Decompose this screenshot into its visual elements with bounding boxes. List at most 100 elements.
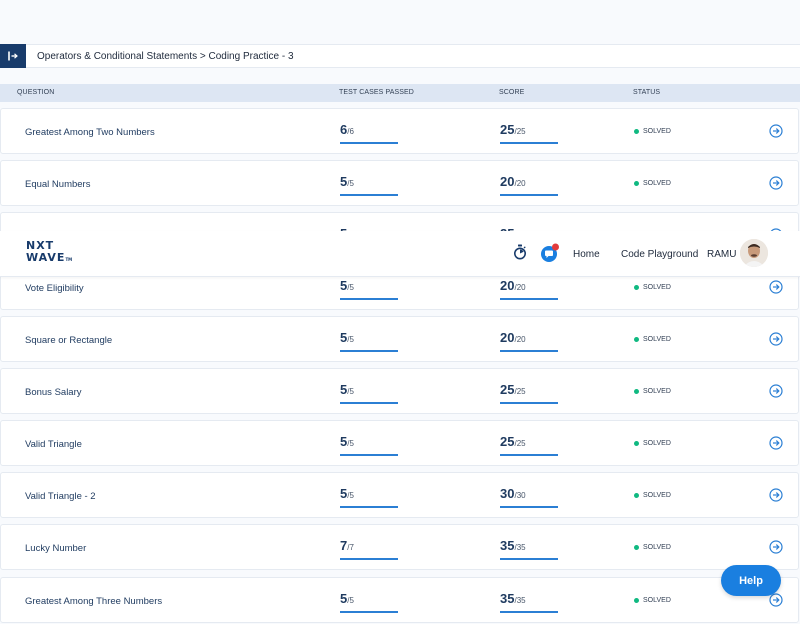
test-cases-passed: 5/5 (340, 433, 398, 456)
question-name[interactable]: Valid Triangle - 2 (25, 491, 96, 502)
test-cases-passed: 5/5 (340, 590, 398, 613)
test-cases-progress-bar (340, 611, 398, 613)
table-row[interactable]: Greatest Among Three Numbers 5/5 35/35 SOLV… (0, 577, 799, 623)
arrow-right-circle-icon[interactable] (769, 124, 783, 138)
score: 35/35 (500, 590, 558, 613)
score-progress-bar (500, 506, 558, 508)
question-name[interactable]: Greatest Among Three Numbers (25, 596, 162, 607)
test-cases-progress-bar (340, 350, 398, 352)
score: 25/25 (500, 381, 558, 404)
arrow-right-circle-icon[interactable] (769, 593, 783, 607)
score: 20/20 (500, 173, 558, 196)
test-cases-passed: 5/5 (340, 277, 398, 300)
test-cases-progress-bar (340, 194, 398, 196)
header-status: STATUS (633, 89, 661, 96)
score: 25/25 (500, 433, 558, 456)
table-row[interactable]: Lucky Number 7/7 35/35 SOLVED (0, 524, 799, 570)
arrow-right-circle-icon[interactable] (769, 488, 783, 502)
navbar: NXT WAVETM Home Code Playground RAMU (0, 231, 800, 277)
test-cases-passed: 5/5 (340, 485, 398, 508)
question-name[interactable]: Lucky Number (25, 543, 86, 554)
solved-dot-icon (634, 181, 639, 186)
arrow-right-circle-icon[interactable] (769, 176, 783, 190)
header-question: QUESTION (17, 89, 55, 96)
question-name[interactable]: Greatest Among Two Numbers (25, 127, 155, 138)
status-badge: SOLVED (634, 284, 671, 291)
solved-dot-icon (634, 441, 639, 446)
solved-dot-icon (634, 129, 639, 134)
solved-dot-icon (634, 285, 639, 290)
arrow-right-circle-icon[interactable] (769, 384, 783, 398)
nav-home-link[interactable]: Home (573, 249, 600, 260)
score-progress-bar (500, 611, 558, 613)
table-row[interactable]: Valid Triangle - 2 5/5 30/30 SOLVED (0, 472, 799, 518)
status-badge: SOLVED (634, 597, 671, 604)
solved-dot-icon (634, 389, 639, 394)
score-progress-bar (500, 558, 558, 560)
question-name[interactable]: Bonus Salary (25, 387, 82, 398)
help-button[interactable]: Help (721, 565, 781, 596)
status-badge: SOLVED (634, 388, 671, 395)
breadcrumb-bar: Operators & Conditional Statements > Cod… (0, 44, 800, 68)
test-cases-passed: 5/5 (340, 381, 398, 404)
score: 20/20 (500, 329, 558, 352)
score: 25/25 (500, 121, 558, 144)
solved-dot-icon (634, 493, 639, 498)
solved-dot-icon (634, 545, 639, 550)
breadcrumb[interactable]: Operators & Conditional Statements > Cod… (37, 51, 294, 62)
test-cases-passed: 6/6 (340, 121, 398, 144)
test-cases-progress-bar (340, 142, 398, 144)
test-cases-passed: 5/5 (340, 329, 398, 352)
arrow-right-circle-icon[interactable] (769, 436, 783, 450)
score: 20/20 (500, 277, 558, 300)
question-name[interactable]: Equal Numbers (25, 179, 90, 190)
stopwatch-icon[interactable] (513, 244, 527, 260)
status-badge: SOLVED (634, 440, 671, 447)
status-badge: SOLVED (634, 336, 671, 343)
arrow-right-circle-icon[interactable] (769, 332, 783, 346)
status-badge: SOLVED (634, 544, 671, 551)
score-progress-bar (500, 298, 558, 300)
table-row[interactable]: Square or Rectangle 5/5 20/20 SOLVED (0, 316, 799, 362)
score-progress-bar (500, 194, 558, 196)
nav-code-playground-link[interactable]: Code Playground (621, 249, 698, 260)
table-row[interactable]: Equal Numbers 5/5 20/20 SOLVED (0, 160, 799, 206)
header-score: SCORE (499, 89, 525, 96)
solved-dot-icon (634, 337, 639, 342)
status-badge: SOLVED (634, 128, 671, 135)
test-cases-progress-bar (340, 506, 398, 508)
arrow-right-circle-icon[interactable] (769, 540, 783, 554)
score-progress-bar (500, 454, 558, 456)
sidebar-toggle-button[interactable] (0, 44, 26, 68)
score: 30/30 (500, 485, 558, 508)
status-badge: SOLVED (634, 180, 671, 187)
test-cases-passed: 5/5 (340, 173, 398, 196)
test-cases-progress-bar (340, 402, 398, 404)
test-cases-progress-bar (340, 298, 398, 300)
test-cases-progress-bar (340, 454, 398, 456)
test-cases-progress-bar (340, 558, 398, 560)
header-test-cases: TEST CASES PASSED (339, 89, 414, 96)
status-badge: SOLVED (634, 492, 671, 499)
question-name[interactable]: Square or Rectangle (25, 335, 112, 346)
user-name[interactable]: RAMU (707, 249, 736, 260)
question-name[interactable]: Vote Eligibility (25, 283, 84, 294)
score-progress-bar (500, 350, 558, 352)
table-row[interactable]: Bonus Salary 5/5 25/25 SOLVED (0, 368, 799, 414)
nxtwave-logo[interactable]: NXT WAVETM (26, 240, 72, 266)
solved-dot-icon (634, 598, 639, 603)
avatar[interactable] (740, 239, 768, 267)
expand-sidebar-icon (8, 51, 18, 61)
score: 35/35 (500, 537, 558, 560)
table-row[interactable]: Greatest Among Two Numbers 6/6 25/25 SOLVED (0, 108, 799, 154)
test-cases-passed: 7/7 (340, 537, 398, 560)
table-row[interactable]: Valid Triangle 5/5 25/25 SOLVED (0, 420, 799, 466)
question-name[interactable]: Valid Triangle (25, 439, 82, 450)
score-progress-bar (500, 142, 558, 144)
arrow-right-circle-icon[interactable] (769, 280, 783, 294)
score-progress-bar (500, 402, 558, 404)
table-header: QUESTION TEST CASES PASSED SCORE STATUS (0, 84, 800, 102)
top-spacer (0, 0, 800, 44)
chat-icon[interactable] (540, 243, 560, 263)
avatar-image (740, 239, 768, 267)
